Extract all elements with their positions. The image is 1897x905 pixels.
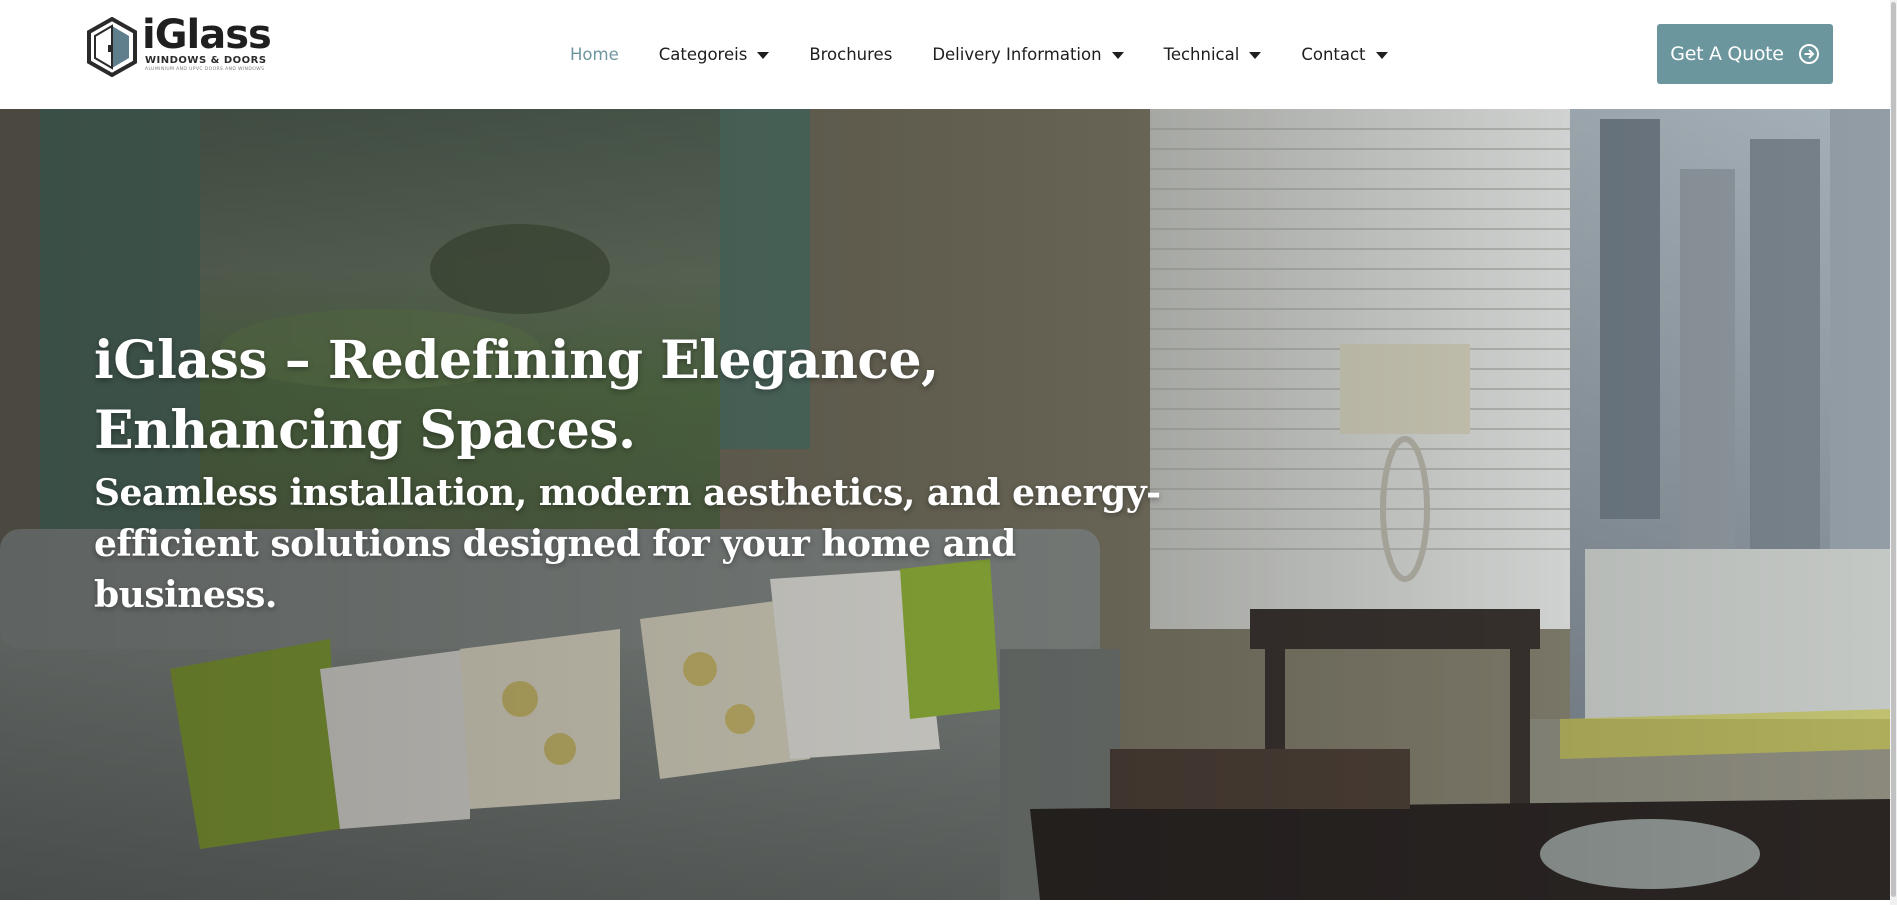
nav-item-label: Brochures [809, 44, 893, 64]
brand-name: iGlass [142, 12, 272, 58]
nav-item-home[interactable]: Home [570, 45, 619, 64]
brand-subtitle: WINDOWS & DOORS [145, 55, 267, 66]
nav-item-contact[interactable]: Contact [1301, 44, 1388, 64]
caret-down-icon [757, 51, 770, 59]
brand-tagline: ALUMINIUM AND UPVC DOORS AND WINDOWS [145, 67, 265, 72]
hero-subtitle: Seamless installation, modern aesthetics… [94, 472, 1161, 616]
nav-item-categories[interactable]: Categoreis [659, 45, 770, 64]
brand-logo[interactable]: iGlass WINDOWS & DOORS ALUMINIUM AND UPV… [86, 13, 272, 77]
hero-title: iGlass – Redefining Elegance, Enhancing … [94, 330, 939, 461]
nav-item-label: Contact [1301, 44, 1366, 64]
nav-item-delivery-information[interactable]: Delivery Information [932, 44, 1124, 64]
nav-item-label: Home [570, 44, 619, 64]
nav-item-label: Categoreis [658, 44, 748, 64]
arrow-circle-right-icon [1798, 43, 1820, 65]
nav-item-brochures[interactable]: Brochures [809, 45, 892, 64]
hero-section: iGlass – Redefining Elegance, Enhancing … [0, 109, 1890, 900]
nav-item-technical[interactable]: Technical [1164, 45, 1262, 64]
get-a-quote-label: Get A Quote [1670, 43, 1784, 65]
caret-down-icon [1249, 51, 1262, 59]
caret-down-icon [1111, 51, 1124, 59]
main-nav: Home Categoreis Brochures Delivery Infor… [570, 42, 1428, 66]
nav-item-label: Technical [1163, 44, 1240, 64]
get-a-quote-button[interactable]: Get A Quote [1657, 24, 1833, 84]
window-logo-icon [87, 17, 137, 77]
hero-text-block: iGlass – Redefining Elegance, Enhancing … [94, 326, 1194, 621]
site-header: iGlass WINDOWS & DOORS ALUMINIUM AND UPV… [0, 0, 1897, 109]
nav-item-label: Delivery Information [932, 44, 1102, 64]
scrollbar-thumb[interactable] [1891, 2, 1896, 897]
caret-down-icon [1375, 51, 1388, 59]
